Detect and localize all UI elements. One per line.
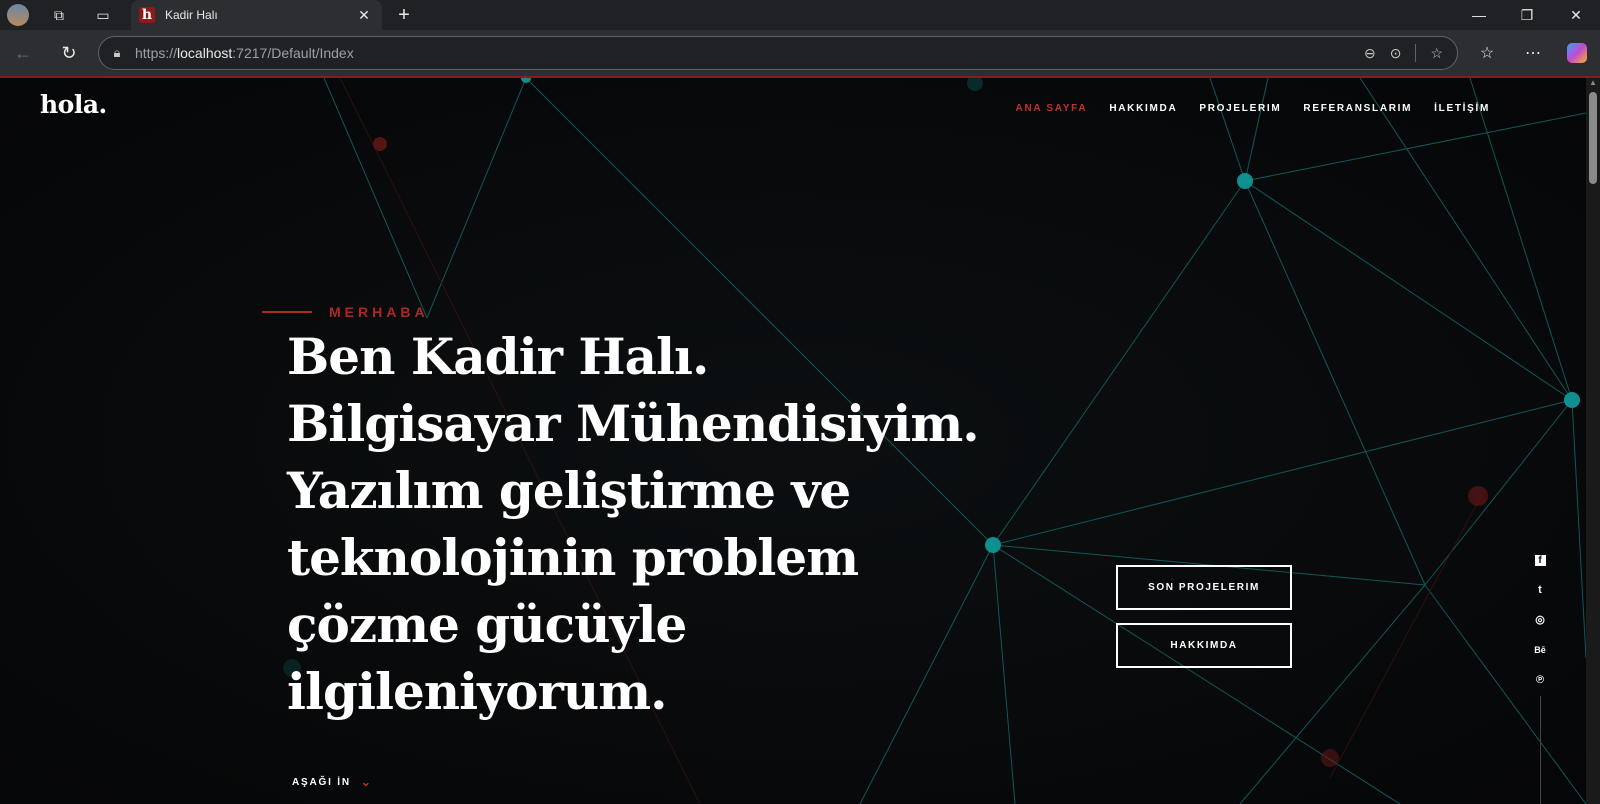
page-scrollbar[interactable]: ▲ <box>1586 78 1600 804</box>
main-nav: ANA SAYFA HAKKIMDA PROJELERIM REFERANSLA… <box>1016 103 1490 114</box>
greeting-text: MERHABA <box>329 304 429 320</box>
scroll-down-label: AŞAĞI İN <box>292 776 351 788</box>
tab-close-icon[interactable]: ✕ <box>354 7 374 24</box>
facebook-icon[interactable]: f <box>1532 552 1548 568</box>
pinterest-icon[interactable]: ℗ <box>1532 672 1548 688</box>
minimize-icon[interactable]: — <box>1455 0 1503 30</box>
nav-item-references[interactable]: REFERANSLARIM <box>1303 103 1412 114</box>
restore-icon[interactable]: ❐ <box>1503 0 1551 30</box>
window-close-icon[interactable]: ✕ <box>1552 0 1600 30</box>
url-host: localhost <box>177 45 233 61</box>
greeting-line <box>262 311 312 313</box>
copilot-icon[interactable] <box>1560 30 1594 76</box>
scrollbar-thumb[interactable] <box>1589 92 1597 184</box>
scroll-up-icon[interactable]: ▲ <box>1588 78 1598 90</box>
favorites-icon[interactable]: ☆ <box>1470 30 1504 76</box>
settings-more-icon[interactable]: ⋯ <box>1516 30 1550 76</box>
hero-headline: Ben Kadir Halı. Bilgisayar Mühendisiyim.… <box>287 327 980 721</box>
nav-item-contact[interactable]: İLETİŞİM <box>1434 103 1490 114</box>
about-button[interactable]: HAKKIMDA <box>1116 623 1292 668</box>
tab-title: Kadir Halı <box>165 8 218 22</box>
browser-tab[interactable]: h Kadir Halı ✕ <box>131 0 382 30</box>
favorite-star-icon[interactable]: ☆ <box>1430 45 1443 62</box>
divider <box>1415 44 1417 62</box>
back-icon[interactable]: ← <box>6 30 40 76</box>
latest-projects-button[interactable]: SON PROJELERIM <box>1116 565 1292 610</box>
scroll-down-link[interactable]: AŞAĞI İN ⌄ <box>292 775 373 789</box>
browser-toolbar: ← ↻ 🔒︎ https://localhost:7217/Default/In… <box>0 30 1600 76</box>
tab-actions-icon[interactable]: ▭ <box>88 0 118 30</box>
instagram-icon[interactable]: ◎ <box>1532 612 1548 628</box>
chevron-down-icon: ⌄ <box>360 775 373 789</box>
url-path: :7217/Default/Index <box>232 45 354 61</box>
refresh-icon[interactable]: ↻ <box>52 30 86 76</box>
behance-icon[interactable]: Bē <box>1532 642 1548 658</box>
hero-section: hola. ANA SAYFA HAKKIMDA PROJELERIM REFE… <box>0 78 1586 804</box>
url-text[interactable]: https://localhost:7217/Default/Index <box>135 45 1364 61</box>
zoom-icon[interactable]: ⊖ <box>1364 45 1376 62</box>
profile-avatar[interactable] <box>4 0 32 30</box>
browser-tab-bar: ⧉ ▭ h Kadir Halı ✕ + — ❐ ✕ <box>0 0 1600 30</box>
more-tools-icon[interactable]: ⊙ <box>1390 45 1402 62</box>
workspaces-icon[interactable]: ⧉ <box>44 0 74 30</box>
nav-item-about[interactable]: HAKKIMDA <box>1109 103 1177 114</box>
social-divider-line <box>1540 696 1541 804</box>
site-logo[interactable]: hola. <box>40 90 107 119</box>
lock-icon[interactable]: 🔒︎ <box>99 45 135 61</box>
twitter-icon[interactable]: t <box>1532 582 1548 598</box>
nav-item-home[interactable]: ANA SAYFA <box>1016 103 1088 114</box>
nav-item-projects[interactable]: PROJELERIM <box>1199 103 1281 114</box>
site-favicon-icon: h <box>139 7 155 23</box>
new-tab-button[interactable]: + <box>392 0 416 30</box>
url-scheme: https:// <box>135 45 178 61</box>
address-bar[interactable]: 🔒︎ https://localhost:7217/Default/Index … <box>98 36 1458 70</box>
greeting: MERHABA <box>262 304 429 320</box>
